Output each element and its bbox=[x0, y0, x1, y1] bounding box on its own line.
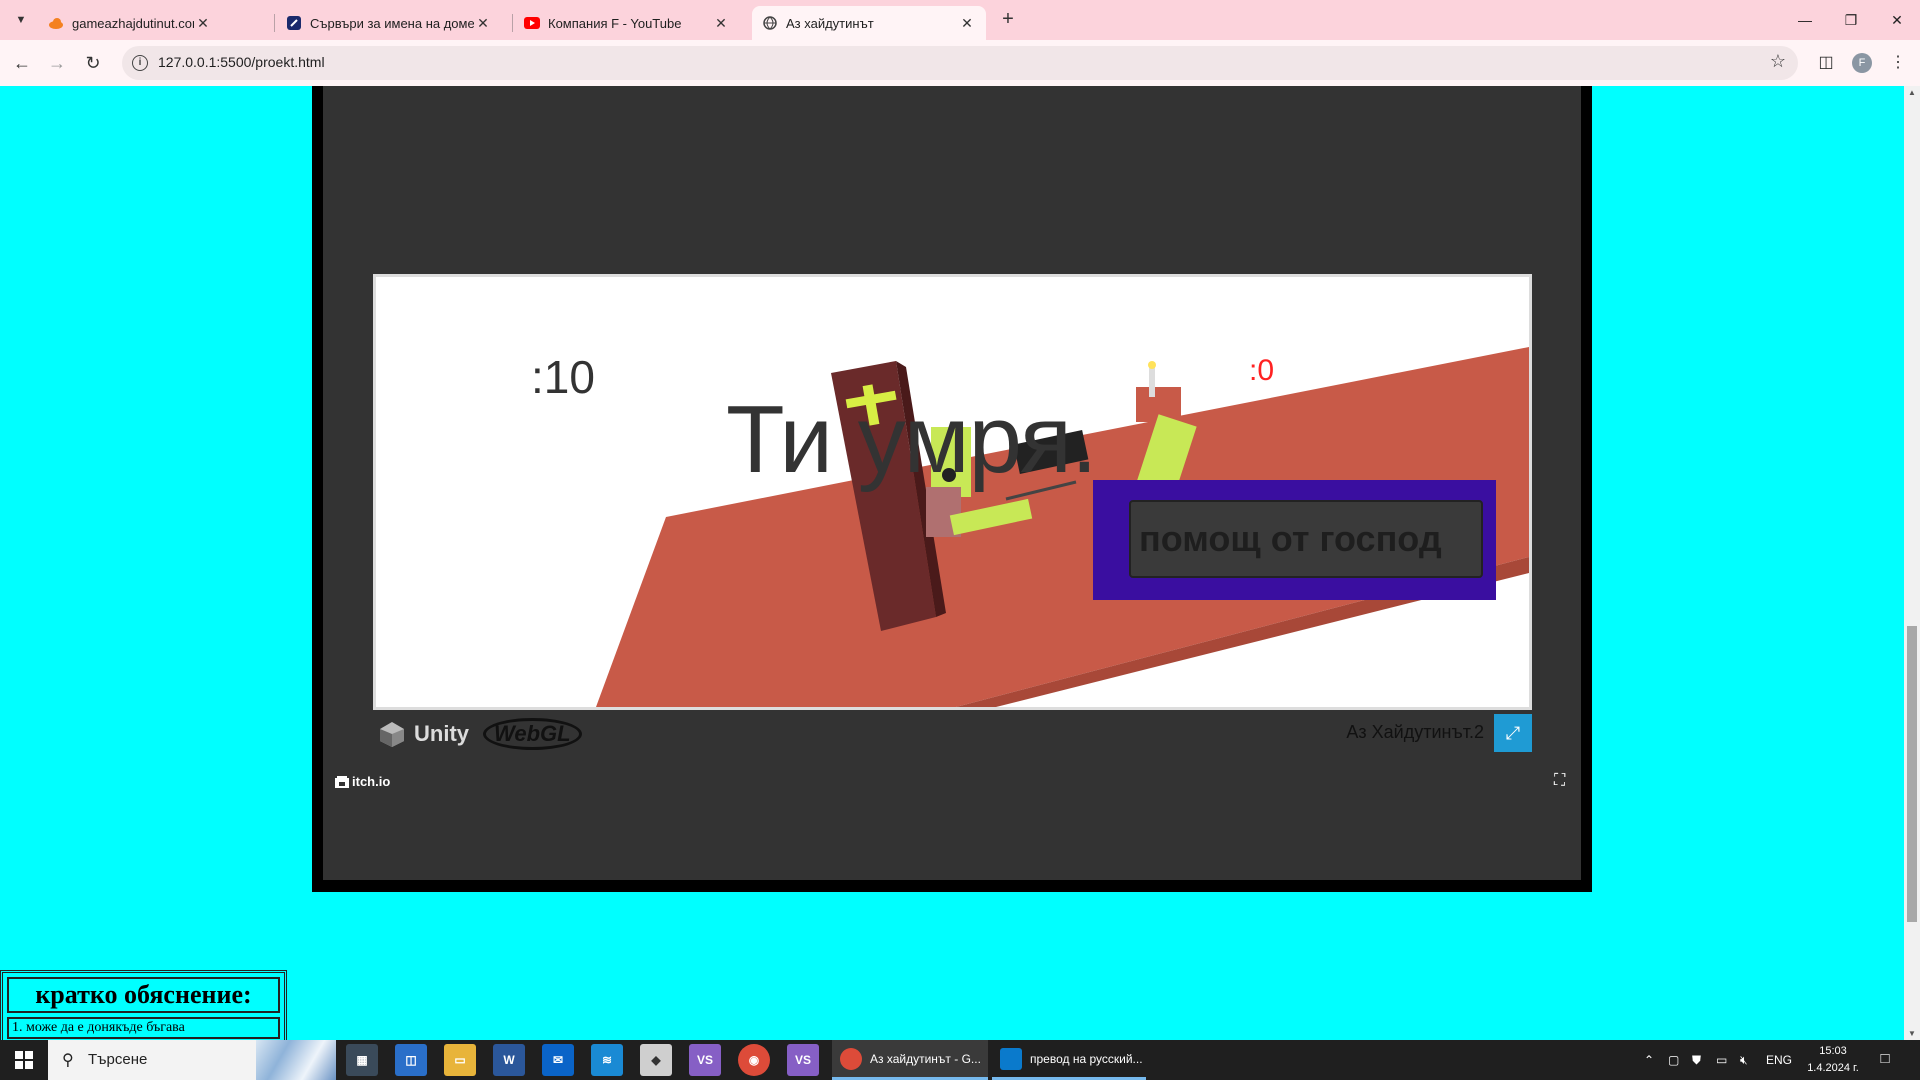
tab-close-icon[interactable]: ✕ bbox=[712, 15, 730, 32]
roblox-icon[interactable]: ◆ bbox=[640, 1044, 672, 1076]
new-tab-plus-icon[interactable]: + bbox=[996, 8, 1020, 32]
app-icon[interactable]: ≋ bbox=[591, 1044, 623, 1076]
tab-az-hajdutinat[interactable]: Аз хайдутинът ✕ bbox=[752, 6, 986, 40]
tab-title: Компания F - YouTube bbox=[548, 15, 682, 31]
taskbar-window-vscode[interactable]: превод на русский... bbox=[992, 1040, 1146, 1080]
window-close-icon[interactable]: ✕ bbox=[1874, 8, 1920, 32]
volume-muted-icon[interactable]: 🔇︎ bbox=[1740, 1040, 1748, 1080]
page-viewport: :10 :0 Ти умря. помощ от господ Unity We… bbox=[0, 86, 1904, 1040]
visual-studio-icon[interactable]: VS bbox=[689, 1044, 721, 1076]
youtube-favicon-icon bbox=[524, 15, 540, 31]
page-scrollbar[interactable]: ▲ ▼ bbox=[1904, 86, 1920, 1040]
tab-domain-servers[interactable]: Сървъри за имена на домейн ✕ bbox=[276, 6, 502, 40]
taskbar-window-title: Аз хайдутинът - G... bbox=[870, 1051, 981, 1066]
unity-webgl-logo: Unity WebGL bbox=[378, 714, 582, 754]
chrome-icon[interactable]: ◉ bbox=[738, 1044, 770, 1076]
tab-close-icon[interactable]: ✕ bbox=[474, 15, 492, 32]
forward-arrow-icon[interactable]: → bbox=[44, 50, 70, 76]
clock-date: 1.4.2024 г. bbox=[1807, 1062, 1859, 1074]
help-panel: помощ от господ bbox=[1093, 480, 1496, 600]
tab-separator bbox=[274, 14, 275, 32]
taskbar-search[interactable]: ⚲ Търсене bbox=[48, 1040, 336, 1080]
game-title: Аз Хайдутинът.2 bbox=[1346, 722, 1484, 742]
windows-logo-icon bbox=[15, 1051, 33, 1069]
chevron-down-icon: ▼ bbox=[15, 14, 27, 26]
taskbar-window-title: превод на русский... bbox=[1030, 1051, 1143, 1066]
tab-separator bbox=[512, 14, 513, 32]
side-panel-icon[interactable]: ◫ bbox=[1814, 51, 1838, 75]
embed-fullscreen-icon[interactable]: ⛶ bbox=[1554, 772, 1565, 790]
itch-io-label: itch.io bbox=[352, 774, 391, 789]
windows-taskbar: ⚲ Търсене ▦ ◫ ▭ W ✉ ≋ ◆ VS ◉ VS Аз хайду… bbox=[0, 1040, 1920, 1080]
search-highlight-image bbox=[256, 1040, 336, 1080]
back-arrow-icon[interactable]: ← bbox=[9, 50, 35, 76]
scroll-up-icon[interactable]: ▲ bbox=[1908, 88, 1916, 97]
unity-label: Unity bbox=[414, 721, 469, 746]
store-icon[interactable]: ◫ bbox=[395, 1044, 427, 1076]
search-icon: ⚲ bbox=[62, 1052, 74, 1069]
tab-search-button[interactable]: ▼ bbox=[10, 9, 32, 31]
tab-close-icon[interactable]: ✕ bbox=[194, 15, 212, 32]
tab-title: gameazhajdutinut.com | gamea bbox=[72, 15, 194, 31]
tab-youtube[interactable]: Компания F - YouTube ✕ bbox=[514, 6, 740, 40]
unity-footer: Unity WebGL Аз Хайдутинът.2 ⤢ bbox=[378, 714, 1532, 754]
mail-icon[interactable]: ✉ bbox=[542, 1044, 574, 1076]
profile-avatar[interactable]: F bbox=[1852, 53, 1872, 73]
calculator-icon[interactable]: ▦ bbox=[346, 1044, 378, 1076]
webgl-label: WebGL bbox=[483, 718, 582, 750]
tab-close-icon[interactable]: ✕ bbox=[958, 15, 976, 32]
menu-kebab-icon[interactable]: ⋮ bbox=[1886, 51, 1910, 75]
unity-cube-icon bbox=[380, 722, 404, 747]
start-button[interactable] bbox=[0, 1040, 48, 1080]
cloud-favicon-icon bbox=[48, 15, 64, 31]
security-icon[interactable]: ⛊ bbox=[1692, 1040, 1701, 1080]
scrollbar-thumb[interactable] bbox=[1907, 626, 1917, 922]
vscode-window-icon bbox=[1000, 1047, 1022, 1070]
address-bar[interactable]: i 127.0.0.1:5500/proekt.html ☆ bbox=[122, 46, 1798, 80]
tab-title: Аз хайдутинът bbox=[786, 15, 874, 31]
game-canvas[interactable]: :10 :0 Ти умря. помощ от господ bbox=[373, 274, 1532, 710]
browser-toolbar: ← → ↻ i 127.0.0.1:5500/proekt.html ☆ ◫ F… bbox=[0, 40, 1920, 86]
taskbar-window-chrome[interactable]: Аз хайдутинът - G... bbox=[832, 1040, 988, 1080]
death-message: Ти умря. bbox=[726, 386, 1098, 493]
itch-io-icon bbox=[335, 775, 349, 788]
itch-io-link[interactable]: itch.io bbox=[335, 774, 390, 789]
explanation-box: кратко обяснение: 1. може да е донякъде … bbox=[0, 970, 287, 1040]
search-placeholder: Търсене bbox=[88, 1051, 148, 1068]
scroll-down-icon[interactable]: ▼ bbox=[1908, 1029, 1916, 1038]
language-indicator[interactable]: ENG bbox=[1766, 1040, 1792, 1080]
explanation-item: 1. може да е донякъде бъгава bbox=[7, 1017, 280, 1039]
file-explorer-icon[interactable]: ▭ bbox=[444, 1044, 476, 1076]
taskbar-clock[interactable]: 15:03 1.4.2024 г. bbox=[1800, 1043, 1866, 1077]
site-info-icon[interactable]: i bbox=[132, 55, 148, 71]
minimize-icon[interactable]: — bbox=[1782, 8, 1828, 32]
help-from-god-button[interactable]: помощ от господ bbox=[1129, 500, 1483, 578]
clock-time: 15:03 bbox=[1819, 1045, 1847, 1057]
chrome-window-icon bbox=[840, 1047, 862, 1070]
tray-overflow-icon[interactable]: ⌃ bbox=[1644, 1040, 1654, 1080]
browser-tab-bar: ▼ gameazhajdutinut.com | gamea ✕ Сървъри… bbox=[0, 0, 1920, 40]
word-icon[interactable]: W bbox=[493, 1044, 525, 1076]
link-favicon-icon bbox=[286, 15, 302, 31]
network-icon[interactable]: ▭ bbox=[1716, 1040, 1727, 1080]
tab-title: Сървъри за имена на домейн bbox=[310, 15, 474, 31]
explanation-title: кратко обяснение: bbox=[7, 977, 280, 1013]
meet-icon[interactable]: ▢ bbox=[1668, 1040, 1679, 1080]
score-left: :10 bbox=[531, 351, 595, 403]
score-right: :0 bbox=[1249, 354, 1275, 387]
candle bbox=[1149, 367, 1155, 397]
tab-gameazhajdutinut[interactable]: gameazhajdutinut.com | gamea ✕ bbox=[38, 6, 222, 40]
visual-studio-icon-2[interactable]: VS bbox=[787, 1044, 819, 1076]
reload-icon[interactable]: ↻ bbox=[80, 50, 106, 76]
bookmark-star-icon[interactable]: ☆ bbox=[1770, 51, 1786, 72]
notification-center-icon[interactable]: □ bbox=[1875, 1050, 1895, 1070]
globe-favicon-icon bbox=[762, 15, 778, 31]
url-text[interactable]: 127.0.0.1:5500/proekt.html bbox=[158, 54, 325, 70]
fullscreen-expand-icon[interactable]: ⤢ bbox=[1494, 714, 1532, 752]
restore-icon[interactable]: ❐ bbox=[1828, 8, 1874, 32]
candle-flame bbox=[1148, 361, 1156, 369]
